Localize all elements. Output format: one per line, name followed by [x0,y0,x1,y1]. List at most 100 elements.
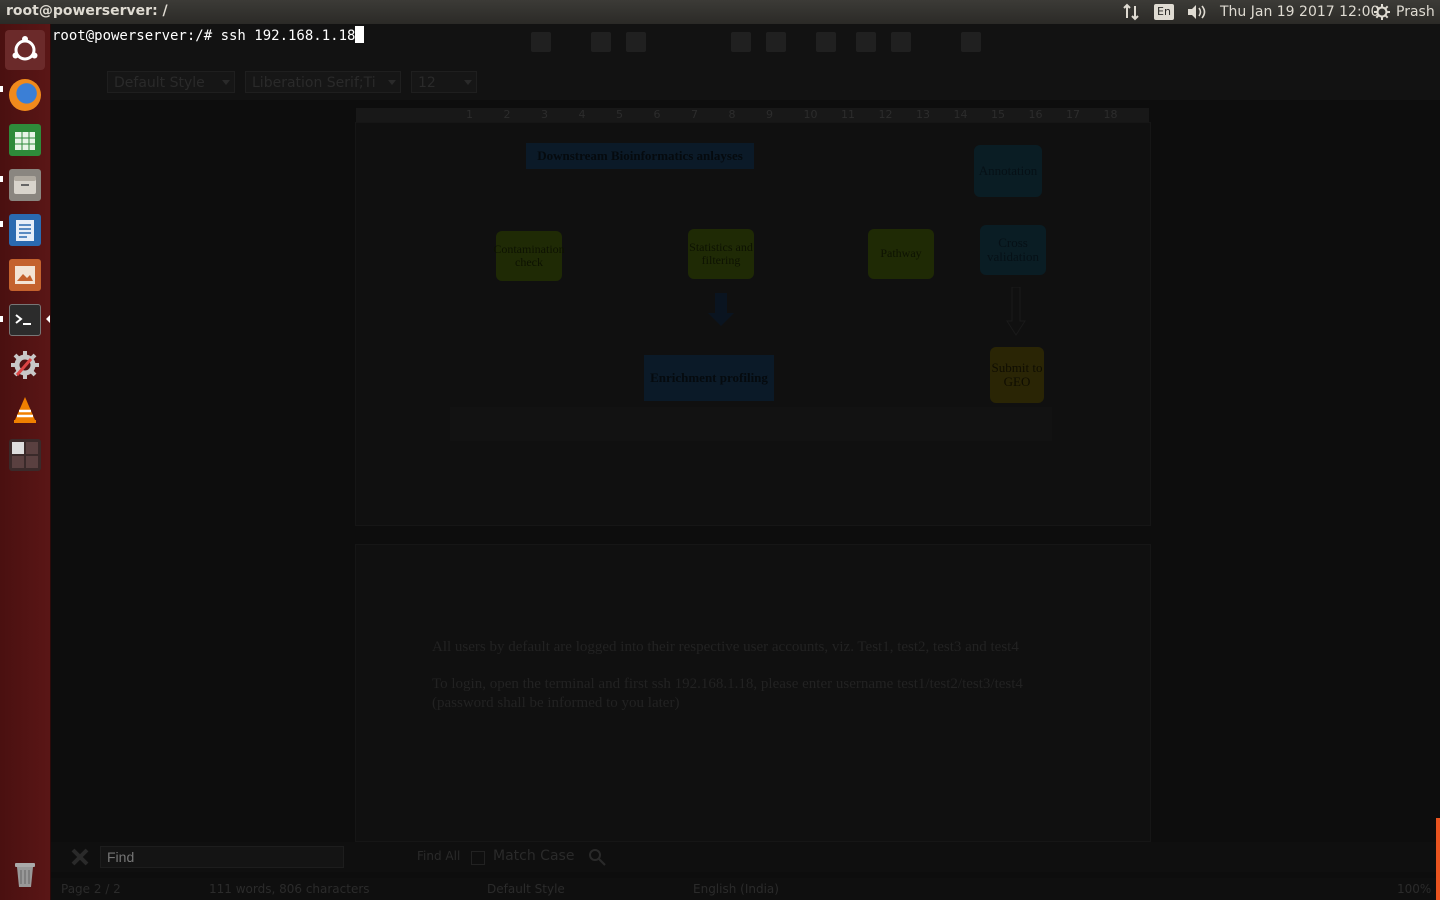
match-case-checkbox[interactable] [471,851,485,865]
font-name-value: Liberation Serif;Ti [252,75,376,91]
ruler-number: 18 [1103,108,1118,121]
launcher-workspace-button[interactable] [5,435,45,475]
ruler-number: 5 [616,108,623,121]
launcher-vlc-button[interactable] [5,390,45,430]
toolbar-button[interactable] [626,32,646,52]
user-name: Prash [1396,4,1435,20]
ruler-number: 9 [766,108,773,121]
find-toolbar: Find All Match Case [51,842,1440,872]
top-panel: root@powerserver: / En Thu Jan 19 2017 1… [0,0,1440,24]
launcher-image-viewer-button[interactable] [5,255,45,295]
volume-icon[interactable] [1186,3,1208,21]
launcher [0,24,51,900]
terminal-command-line[interactable]: root@powerserver:/# ssh 192.168.1.18 [52,26,365,44]
toolbar-button[interactable] [531,32,551,52]
firefox-icon [9,79,41,111]
session-menu[interactable]: Prash [1374,3,1435,21]
ruler-number: 6 [653,108,661,121]
launcher-trash-button[interactable] [5,854,45,894]
focused-indicator [46,315,50,323]
ruler-number: 7 [691,108,698,121]
find-input[interactable] [100,846,344,868]
font-size-select[interactable]: 12 [411,71,477,93]
doc-paragraph-password: (password shall be informed to you later… [432,695,680,711]
ruler-number: 4 [578,108,586,121]
arrow-down-icon [1006,287,1026,336]
terminal-command: ssh 192.168.1.18 [220,28,356,44]
ruler-number: 17 [1066,108,1080,121]
doc-paragraph-login: To login, open the terminal and first ss… [432,676,1023,692]
ruler-number: 14 [953,108,968,121]
ubuntu-dash-icon [9,34,41,66]
document-page-1[interactable]: Downstream Bioinformatics anlayses Annot… [355,122,1151,526]
toolbar-button[interactable] [766,32,786,52]
ruler-number: 11 [841,108,855,121]
font-name-select[interactable]: Liberation Serif;Ti [245,71,401,93]
diagram-box-submit: Submit to GEO [990,347,1044,403]
window-title: root@powerserver: / [6,3,168,19]
document-page-2[interactable]: All users by default are logged into the… [355,544,1151,842]
toolbar-button[interactable] [891,32,911,52]
network-icon[interactable] [1122,3,1140,21]
toolbar-button[interactable] [731,32,751,52]
diagram-box-contamination: Contamination check [493,231,565,281]
diagram-box-enrichment: Enrichment profiling [644,355,774,401]
running-indicator [0,86,3,92]
writer-window: Default Style Liberation Serif;Ti 12 123… [51,24,1440,900]
ruler-number: 1 [466,108,473,121]
trash-icon [9,858,41,890]
match-case-label: Match Case [493,848,575,864]
status-bar: Page 2 / 2 111 words, 806 characters Def… [51,878,1440,900]
running-indicator [0,176,3,182]
horizontal-ruler[interactable]: 1 2 3 4 5 6 7 8 9 10 11 12 13 14 15 16 17 18 [356,108,1149,122]
status-zoom[interactable]: 100% [1397,882,1431,896]
find-replace-icon[interactable] [587,847,607,867]
find-all-button[interactable]: Find All [417,849,460,863]
ruler-number: 2 [503,108,511,121]
terminal-icon [9,304,41,336]
ruler-number: 10 [803,108,818,121]
diagram-box-annotation: Annotation [974,145,1042,197]
scrollbar-thumb[interactable] [1436,818,1440,900]
launcher-firefox-button[interactable] [5,75,45,115]
launcher-writer-button[interactable] [5,210,45,250]
font-size-value: 12 [418,75,436,91]
help-icon[interactable] [961,32,981,52]
ruler-number: 16 [1028,108,1043,121]
ruler-number: 13 [916,108,930,121]
ruler-number: 12 [878,108,893,121]
ruler-number: 15 [991,108,1005,121]
keyboard-layout-indicator[interactable]: En [1154,3,1174,21]
status-word-count: 111 words, 806 characters [209,882,370,896]
toolbar-button[interactable] [591,32,611,52]
clock[interactable]: Thu Jan 19 2017 12:00 [1220,3,1379,21]
gear-icon [1374,4,1390,20]
files-icon [9,169,41,201]
ruler-number: 3 [541,108,548,121]
status-page-style[interactable]: Default Style [487,882,565,896]
close-icon[interactable] [71,848,89,866]
launcher-files-button[interactable] [5,165,45,205]
diagram-box-cross-validation: Cross validation [980,225,1046,275]
workspace-switcher-icon [9,439,41,471]
paragraph-style-select[interactable]: Default Style [107,71,235,93]
system-settings-icon [9,349,41,381]
keyboard-layout-label: En [1154,4,1174,20]
paragraph-style-value: Default Style [114,75,205,91]
toolbar-button[interactable] [816,32,836,52]
launcher-settings-button[interactable] [5,345,45,385]
terminal-prompt: root@powerserver:/# [52,28,221,44]
launcher-dash-button[interactable] [5,30,45,70]
ruler-number: 8 [728,108,736,121]
status-page: Page 2 / 2 [61,882,121,896]
arrow-down-icon [708,293,734,326]
launcher-terminal-button[interactable] [5,300,45,340]
datetime-label: Thu Jan 19 2017 12:00 [1220,4,1380,20]
launcher-calc-button[interactable] [5,120,45,160]
doc-paragraph-users: All users by default are logged into the… [432,639,1019,655]
diagram-box-statistics: Statistics and filtering [688,229,754,279]
toolbar-button[interactable] [856,32,876,52]
libreoffice-writer-icon [9,214,41,246]
caption-frame [450,407,1052,441]
status-language[interactable]: English (India) [693,882,779,896]
